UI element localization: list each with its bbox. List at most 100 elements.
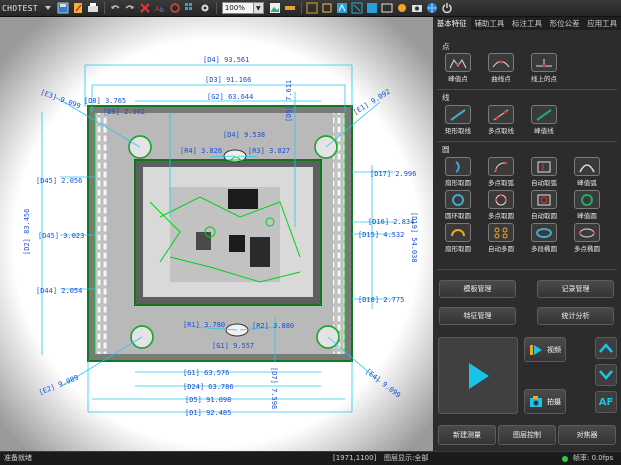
tool-sector-circle[interactable]: 扇形取圆: [438, 157, 478, 187]
feature-management-button[interactable]: 特征管理: [439, 307, 516, 325]
window-icon[interactable]: [381, 2, 394, 15]
tool-label: 线上的点: [531, 75, 557, 83]
measurement-canvas[interactable]: [D4] 93.561 [D3] 91.166 [G2] 63.644 [E3]…: [0, 17, 433, 451]
tool-label: 峰值圆: [577, 212, 597, 220]
tool-curve-point[interactable]: 曲线点: [481, 53, 521, 83]
move-up-button[interactable]: [595, 337, 617, 359]
record-management-button[interactable]: 记录管理: [537, 280, 614, 298]
peak-circle-icon: [574, 190, 600, 209]
peak-point-icon: [445, 53, 471, 72]
video-button[interactable]: 视频: [524, 337, 566, 362]
tool-peak-circle[interactable]: 峰值圆: [567, 190, 607, 220]
dim-label: [R3] 3.827: [248, 147, 290, 155]
tool-peak-point[interactable]: 峰值点: [438, 53, 478, 83]
undo-icon[interactable]: [109, 2, 122, 15]
move-down-button[interactable]: [595, 364, 617, 386]
autofocus-button[interactable]: AF: [595, 391, 617, 413]
tool-auto-arc[interactable]: 自动取弧: [524, 157, 564, 187]
divider: [437, 89, 617, 90]
divider: [437, 141, 617, 142]
print-icon[interactable]: [87, 2, 100, 15]
tool-ring-circle[interactable]: 圆环取圆: [438, 190, 478, 220]
dim-label: [D3] 91.166: [205, 76, 251, 84]
tab-gdt[interactable]: 形位公差: [546, 17, 584, 30]
tool-sector-circle-2[interactable]: 扇形取圆: [438, 223, 478, 253]
toolbar-separator: [215, 2, 217, 14]
tool-label: 多点椭圆: [574, 245, 600, 253]
tool-label: 多点取弧: [488, 179, 514, 187]
section-label-line: 线: [442, 93, 450, 102]
tool-label: 曲线点: [491, 75, 511, 83]
link-icon[interactable]: [169, 2, 182, 15]
text-icon[interactable]: Ab: [154, 2, 167, 15]
brand-dropdown-icon[interactable]: [42, 2, 55, 15]
focus-button[interactable]: 对焦器: [558, 425, 616, 445]
capture-button[interactable]: 拍摄: [524, 389, 566, 414]
save-icon[interactable]: [57, 2, 70, 15]
tool-label: 自动取弧: [531, 179, 557, 187]
ellipse-icon: [531, 223, 557, 242]
tool-multi-segment-ellipse[interactable]: 多段椭圆: [524, 223, 564, 253]
globe-icon[interactable]: [426, 2, 439, 15]
tool-multipoint-circle[interactable]: 多点取圆: [481, 190, 521, 220]
dim-label: [D45] 3.023: [38, 232, 84, 240]
tab-annotation-tools[interactable]: 标注工具: [508, 17, 546, 30]
feature-icon[interactable]: [336, 2, 349, 15]
crop-icon[interactable]: [321, 2, 334, 15]
zoom-dropdown-icon[interactable]: ▼: [253, 2, 264, 14]
dim-label: [D24] 63.786: [183, 383, 234, 391]
capture-icon: [530, 395, 542, 407]
sun-icon[interactable]: [396, 2, 409, 15]
tab-aux-tools[interactable]: 辅助工具: [471, 17, 509, 30]
layer-control-button[interactable]: 图层控制: [498, 425, 556, 445]
tool-peak-arc[interactable]: 峰值弧: [567, 157, 607, 187]
power-icon[interactable]: [441, 2, 454, 15]
tool-auto-circle[interactable]: 自动取圆: [524, 190, 564, 220]
settings-icon[interactable]: [199, 2, 212, 15]
dim-label: [D8] 3.765: [84, 97, 126, 105]
measure-icon[interactable]: [306, 2, 319, 15]
auto-arc-icon: [531, 157, 557, 176]
fps-indicator-icon: [562, 456, 568, 462]
redo-icon[interactable]: [124, 2, 137, 15]
fit-icon[interactable]: [366, 2, 379, 15]
dim-label: [D7] 7.598: [270, 367, 278, 409]
peak-line-icon: [531, 105, 557, 124]
tool-auto-multi-circle[interactable]: 自动多圆: [481, 223, 521, 253]
tab-app-tools[interactable]: 应用工具: [583, 17, 621, 30]
select-icon[interactable]: [351, 2, 364, 15]
new-measurement-button[interactable]: 新建测量: [438, 425, 496, 445]
statistics-button[interactable]: 统计分析: [537, 307, 614, 325]
tool-rect-line[interactable]: 矩形取线: [438, 105, 478, 135]
tool-label: 峰值线: [534, 127, 554, 135]
tool-multipoint-arc[interactable]: 多点取弧: [481, 157, 521, 187]
tool-peak-line[interactable]: 峰值线: [524, 105, 564, 135]
tab-basic-features[interactable]: 基本特征: [433, 17, 471, 30]
tool-label: 扇形取圆: [445, 245, 471, 253]
peak-arc-icon: [574, 157, 600, 176]
image-icon[interactable]: [269, 2, 282, 15]
template-management-button[interactable]: 模板管理: [439, 280, 516, 298]
dim-label: [D1] 92.485: [185, 409, 231, 417]
layer-display-status: 图层显示:全部: [384, 454, 429, 462]
auto-circle-icon: [531, 190, 557, 209]
dim-label: [D17] 2.996: [370, 170, 416, 178]
video-play-button[interactable]: [438, 337, 518, 414]
divider: [437, 269, 617, 270]
ruler-icon[interactable]: [284, 2, 297, 15]
dim-label: [R1] 3.780: [183, 321, 225, 329]
zoom-input[interactable]: 100%: [221, 2, 254, 14]
close-icon[interactable]: [139, 2, 152, 15]
toolbar-separator: [103, 2, 105, 14]
tool-multipoint-ellipse[interactable]: 多点椭圆: [567, 223, 607, 253]
tool-point-on-line[interactable]: 线上的点: [524, 53, 564, 83]
grid-icon[interactable]: [184, 2, 197, 15]
tool-label: 多点取圆: [488, 212, 514, 220]
status-text: 准备就绪: [4, 454, 32, 462]
edit-icon[interactable]: [72, 2, 85, 15]
tool-multipoint-line[interactable]: 多点取线: [481, 105, 521, 135]
tool-panel: 基本特征 辅助工具 标注工具 形位公差 应用工具 点 峰值点 曲线点 线上的点 …: [433, 17, 621, 451]
dim-label: [D9] 2.502: [103, 108, 145, 116]
dim-label: [D5] 91.098: [185, 396, 231, 404]
camera-icon[interactable]: [411, 2, 424, 15]
